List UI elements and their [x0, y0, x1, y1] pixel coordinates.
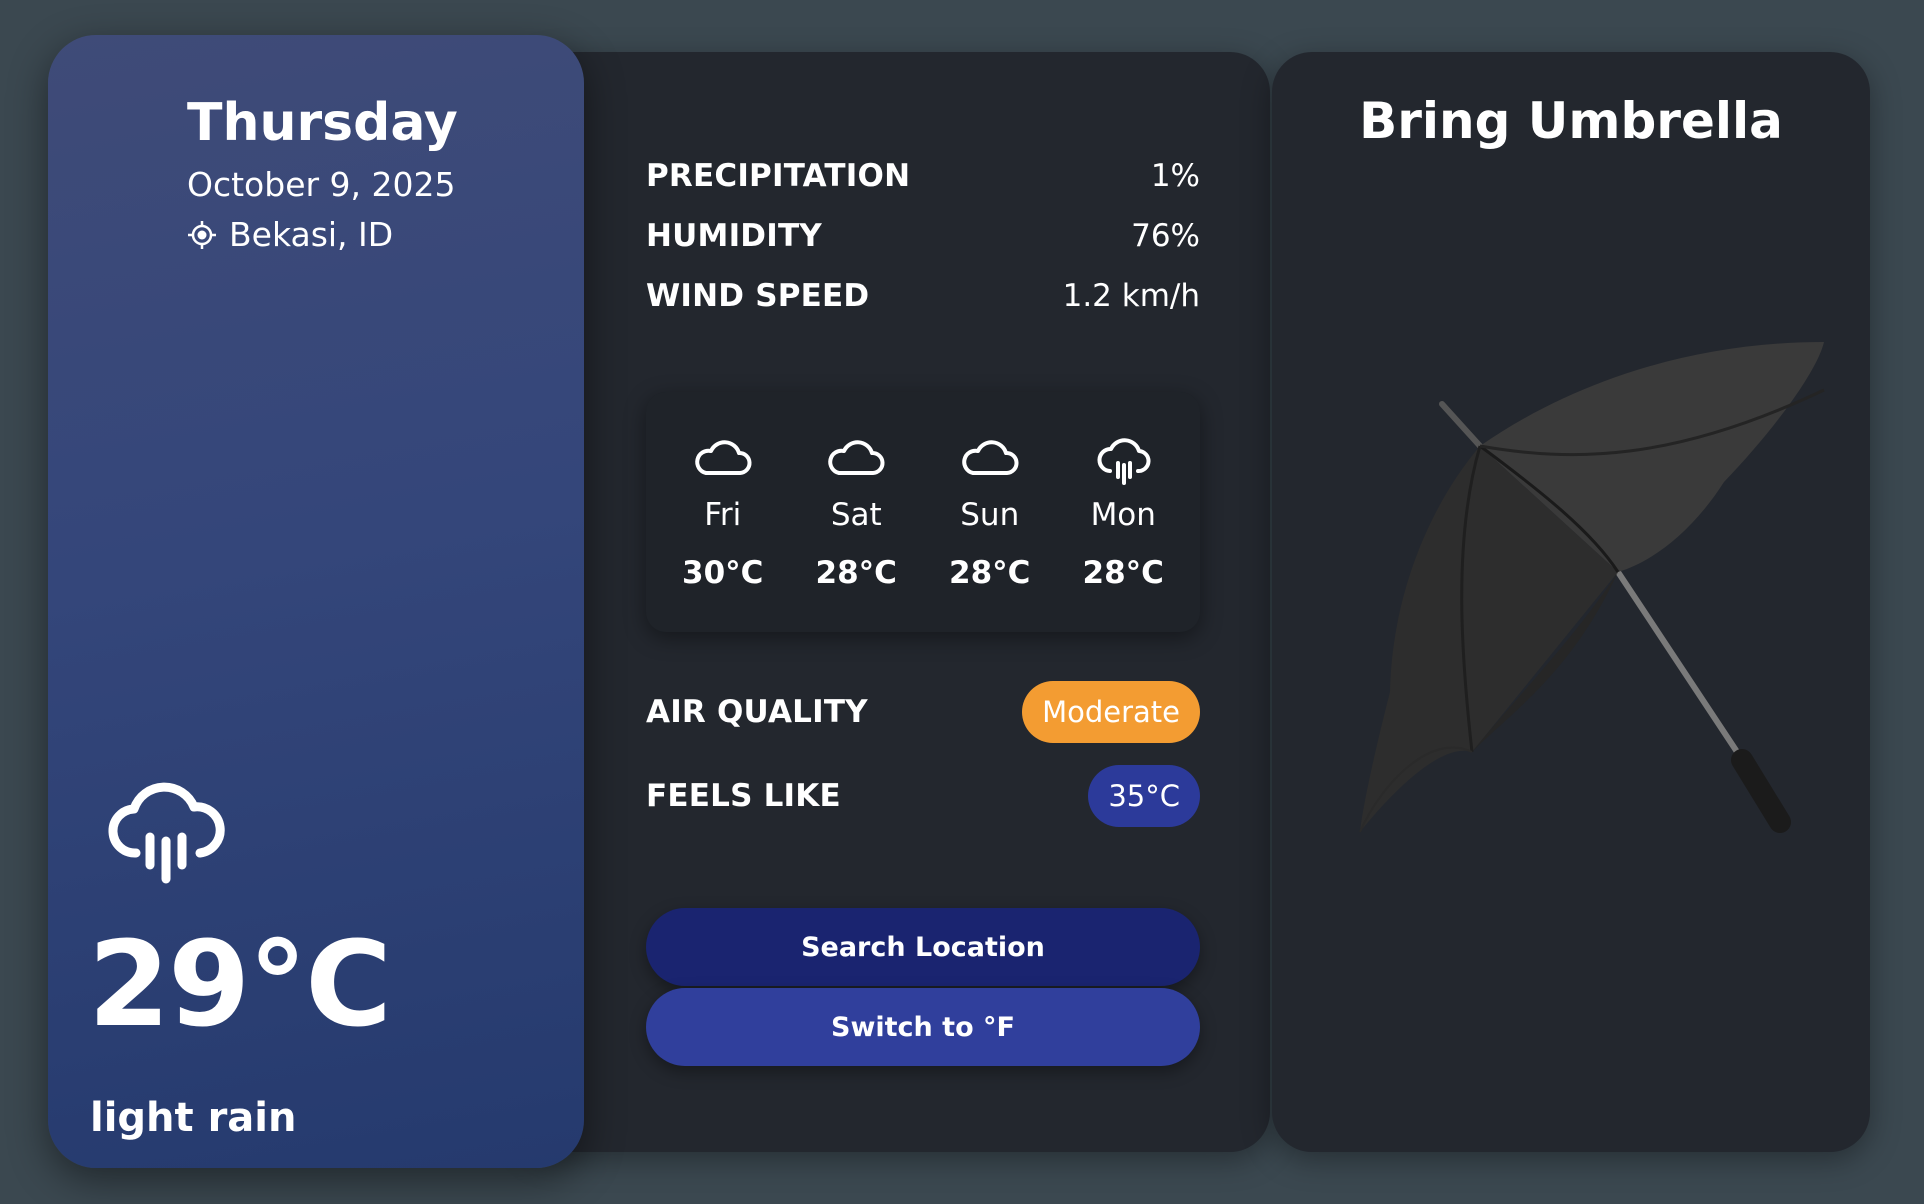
cloud-icon	[962, 440, 1019, 475]
advice-card: Bring Umbrella	[1272, 52, 1870, 1152]
stat-precipitation: PRECIPITATION 1%	[646, 146, 1200, 206]
cloud-rain-icon	[108, 782, 225, 884]
stat-label: WIND SPEED	[646, 278, 870, 314]
stat-humidity: HUMIDITY 76%	[646, 206, 1200, 266]
air-quality-label: AIR QUALITY	[646, 694, 868, 730]
forecast-day-name: Sat	[830, 497, 882, 533]
stat-value: 1%	[1150, 158, 1200, 194]
feels-like-row: FEELS LIKE 35°C	[646, 764, 1200, 828]
stat-label: PRECIPITATION	[646, 158, 911, 194]
location: Bekasi, ID	[187, 215, 393, 254]
location-label: Bekasi, ID	[229, 215, 394, 254]
forecast-strip: Fri 30°C Sat 28°C Sun 28°C Mon 28°C	[646, 392, 1200, 632]
stat-label: HUMIDITY	[646, 218, 822, 254]
stat-value: 1.2 km/h	[1062, 278, 1200, 314]
forecast-day: Fri 30°C	[663, 433, 783, 591]
forecast-day: Sat 28°C	[796, 433, 916, 591]
stats-list: PRECIPITATION 1% HUMIDITY 76% WIND SPEED…	[646, 146, 1200, 326]
switch-unit-button[interactable]: Switch to °F	[646, 988, 1200, 1066]
location-target-icon	[188, 220, 216, 249]
forecast-day-name: Mon	[1090, 497, 1156, 533]
forecast-temp: 28°C	[1082, 555, 1164, 591]
current-weather-card: Thursday October 9, 2025 Bekasi, ID 29°C…	[48, 35, 584, 1168]
weather-condition: light rain	[90, 1095, 297, 1141]
air-quality-badge: Moderate	[1022, 681, 1200, 743]
advice-title: Bring Umbrella	[1359, 92, 1783, 150]
feels-like-label: FEELS LIKE	[646, 778, 841, 814]
stat-wind-speed: WIND SPEED 1.2 km/h	[646, 266, 1200, 326]
cloud-rain-icon	[1097, 438, 1151, 485]
cloud-icon	[695, 440, 752, 475]
forecast-temp: 30°C	[682, 555, 764, 591]
current-date: October 9, 2025	[187, 165, 456, 204]
day-name: Thursday	[187, 93, 458, 153]
forecast-temp: 28°C	[949, 555, 1031, 591]
forecast-day: Sun 28°C	[930, 433, 1050, 591]
cloud-icon	[828, 440, 885, 475]
feels-like-badge: 35°C	[1088, 765, 1200, 827]
extra-stats: AIR QUALITY Moderate FEELS LIKE 35°C	[646, 680, 1200, 828]
forecast-day-name: Fri	[704, 497, 742, 533]
forecast-temp: 28°C	[815, 555, 897, 591]
air-quality-row: AIR QUALITY Moderate	[646, 680, 1200, 744]
weather-details-panel: PRECIPITATION 1% HUMIDITY 76% WIND SPEED…	[520, 52, 1270, 1152]
forecast-day-name: Sun	[960, 497, 1020, 533]
forecast-day: Mon 28°C	[1063, 433, 1183, 591]
umbrella-image	[1359, 342, 1825, 833]
search-location-button[interactable]: Search Location	[646, 908, 1200, 986]
stat-value: 76%	[1131, 218, 1200, 254]
current-temperature: 29°C	[88, 915, 392, 1053]
